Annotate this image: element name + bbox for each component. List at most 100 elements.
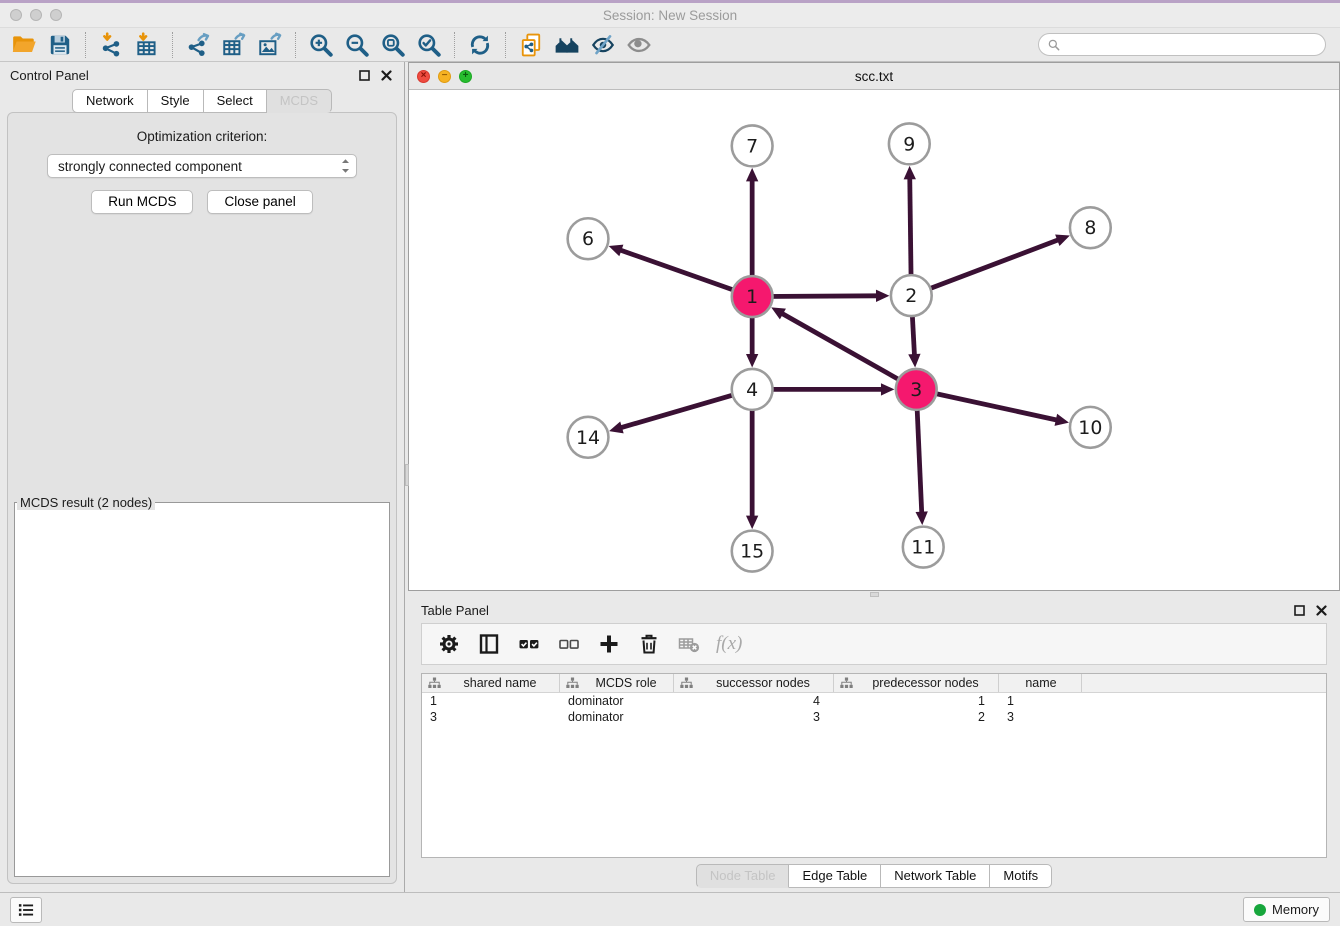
import-network-icon — [98, 32, 124, 58]
show-graphics-button[interactable] — [621, 30, 657, 60]
table-row[interactable]: 1dominator411 — [422, 693, 1326, 709]
hide-graphics-button[interactable] — [585, 30, 621, 60]
graph-node-14[interactable]: 14 — [568, 417, 609, 458]
graph-edge-3-1[interactable] — [771, 307, 916, 389]
houses-icon — [554, 32, 580, 58]
import-network-button[interactable] — [93, 30, 129, 60]
column-header-successor-nodes[interactable]: successor nodes — [674, 674, 834, 692]
table-options-button[interactable] — [434, 629, 464, 659]
close-panel-button[interactable]: Close panel — [207, 190, 312, 214]
tab-mcds[interactable]: MCDS — [267, 89, 332, 113]
export-image-button[interactable] — [252, 30, 288, 60]
table-cell[interactable]: 1 — [422, 694, 560, 708]
tab-node-table[interactable]: Node Table — [696, 864, 790, 888]
export-network-button[interactable] — [180, 30, 216, 60]
close-panel-icon[interactable] — [1316, 605, 1327, 616]
control-panel: Control Panel NetworkStyleSelectMCDS Opt… — [0, 62, 404, 892]
svg-text:14: 14 — [576, 427, 600, 449]
deselect-all-columns-button[interactable] — [554, 629, 584, 659]
table-cell[interactable]: 1 — [834, 694, 999, 708]
graph-edge-3-10[interactable] — [916, 389, 1069, 425]
task-history-button[interactable] — [10, 897, 42, 923]
float-panel-icon[interactable] — [1294, 605, 1305, 616]
tab-motifs[interactable]: Motifs — [990, 864, 1052, 888]
search-input[interactable] — [1061, 37, 1321, 52]
first-neighbors-button[interactable] — [549, 30, 585, 60]
zoom-in-button[interactable] — [303, 30, 339, 60]
graph-node-11[interactable]: 11 — [903, 527, 944, 568]
graph-node-1[interactable]: 1 — [732, 276, 773, 317]
zoom-selected-button[interactable] — [411, 30, 447, 60]
horizontal-splitter[interactable] — [408, 591, 1340, 598]
column-header-shared-name[interactable]: shared name — [422, 674, 560, 692]
column-header-MCDS-role[interactable]: MCDS role — [560, 674, 674, 692]
graph-node-4[interactable]: 4 — [732, 369, 773, 410]
graph-node-15[interactable]: 15 — [732, 531, 773, 572]
network-canvas[interactable]: 7 9 6 8 1 2 4 3 14 10 15 11 — [409, 90, 1339, 590]
network-window: × − + scc.txt 7968124314101511 — [408, 62, 1340, 591]
graph-node-2[interactable]: 2 — [891, 275, 932, 316]
show-column-panel-button[interactable] — [474, 629, 504, 659]
splitter-grip[interactable] — [870, 592, 879, 597]
window-traffic-lights[interactable] — [10, 9, 62, 21]
table-cell[interactable]: 3 — [674, 710, 834, 724]
tab-style[interactable]: Style — [148, 89, 204, 113]
graph-node-6[interactable]: 6 — [568, 218, 609, 259]
table-cell[interactable]: 4 — [674, 694, 834, 708]
table-cell[interactable]: 2 — [834, 710, 999, 724]
graph-node-7[interactable]: 7 — [732, 125, 773, 166]
table-panel-tabs: Node TableEdge TableNetwork TableMotifs — [696, 864, 1052, 888]
graph-node-8[interactable]: 8 — [1070, 207, 1111, 248]
delete-columns-button[interactable] — [634, 629, 664, 659]
minimize-window-button[interactable] — [30, 9, 42, 21]
graph-node-10[interactable]: 10 — [1070, 407, 1111, 448]
mcds-result-title: MCDS result (2 nodes) — [17, 495, 155, 510]
export-table-button[interactable] — [216, 30, 252, 60]
select-all-columns-button[interactable] — [514, 629, 544, 659]
checked-boxes-icon — [517, 632, 541, 656]
graph-edge-1-6[interactable] — [609, 245, 752, 297]
open-session-button[interactable] — [6, 30, 42, 60]
vertical-splitter[interactable] — [404, 62, 408, 892]
save-session-button[interactable] — [42, 30, 78, 60]
import-table-button[interactable] — [129, 30, 165, 60]
tab-network-table[interactable]: Network Table — [881, 864, 990, 888]
maximize-network-button[interactable]: + — [459, 70, 472, 83]
run-mcds-button[interactable]: Run MCDS — [91, 190, 193, 214]
table-cell[interactable]: 3 — [422, 710, 560, 724]
zoom-out-button[interactable] — [339, 30, 375, 60]
delete-table-icon — [677, 632, 701, 656]
graph-edge-2-8[interactable] — [911, 234, 1070, 295]
gear-icon — [437, 632, 461, 656]
graph-edge-4-14[interactable] — [609, 389, 752, 433]
tab-edge-table[interactable]: Edge Table — [789, 864, 881, 888]
table-cell[interactable]: 3 — [999, 710, 1082, 724]
optimization-criterion-select[interactable]: strongly connected component — [47, 154, 357, 178]
table-panel: Table Panel f(x) shared nameMCDS rolesuc… — [408, 598, 1340, 892]
refresh-layout-button[interactable] — [462, 30, 498, 60]
close-network-button[interactable]: × — [417, 70, 430, 83]
table-cell[interactable]: dominator — [560, 710, 674, 724]
table-cell[interactable]: 1 — [999, 694, 1082, 708]
import-table-icon — [134, 32, 160, 58]
minimize-network-button[interactable]: − — [438, 70, 451, 83]
graph-node-9[interactable]: 9 — [889, 123, 930, 164]
float-panel-icon[interactable] — [359, 70, 370, 81]
trash-icon — [637, 632, 661, 656]
zoom-selected-icon — [416, 32, 442, 58]
search-box[interactable] — [1038, 33, 1326, 56]
add-column-button[interactable] — [594, 629, 624, 659]
memory-button[interactable]: Memory — [1243, 897, 1330, 922]
tab-select[interactable]: Select — [204, 89, 267, 113]
clone-network-button[interactable] — [513, 30, 549, 60]
table-row[interactable]: 3dominator323 — [422, 709, 1326, 725]
zoom-fit-button[interactable] — [375, 30, 411, 60]
table-cell[interactable]: dominator — [560, 694, 674, 708]
graph-node-3[interactable]: 3 — [896, 369, 937, 410]
column-header-name[interactable]: name — [999, 674, 1082, 692]
tab-network[interactable]: Network — [72, 89, 148, 113]
close-window-button[interactable] — [10, 9, 22, 21]
zoom-window-button[interactable] — [50, 9, 62, 21]
column-header-predecessor-nodes[interactable]: predecessor nodes — [834, 674, 999, 692]
close-panel-icon[interactable] — [381, 70, 392, 81]
